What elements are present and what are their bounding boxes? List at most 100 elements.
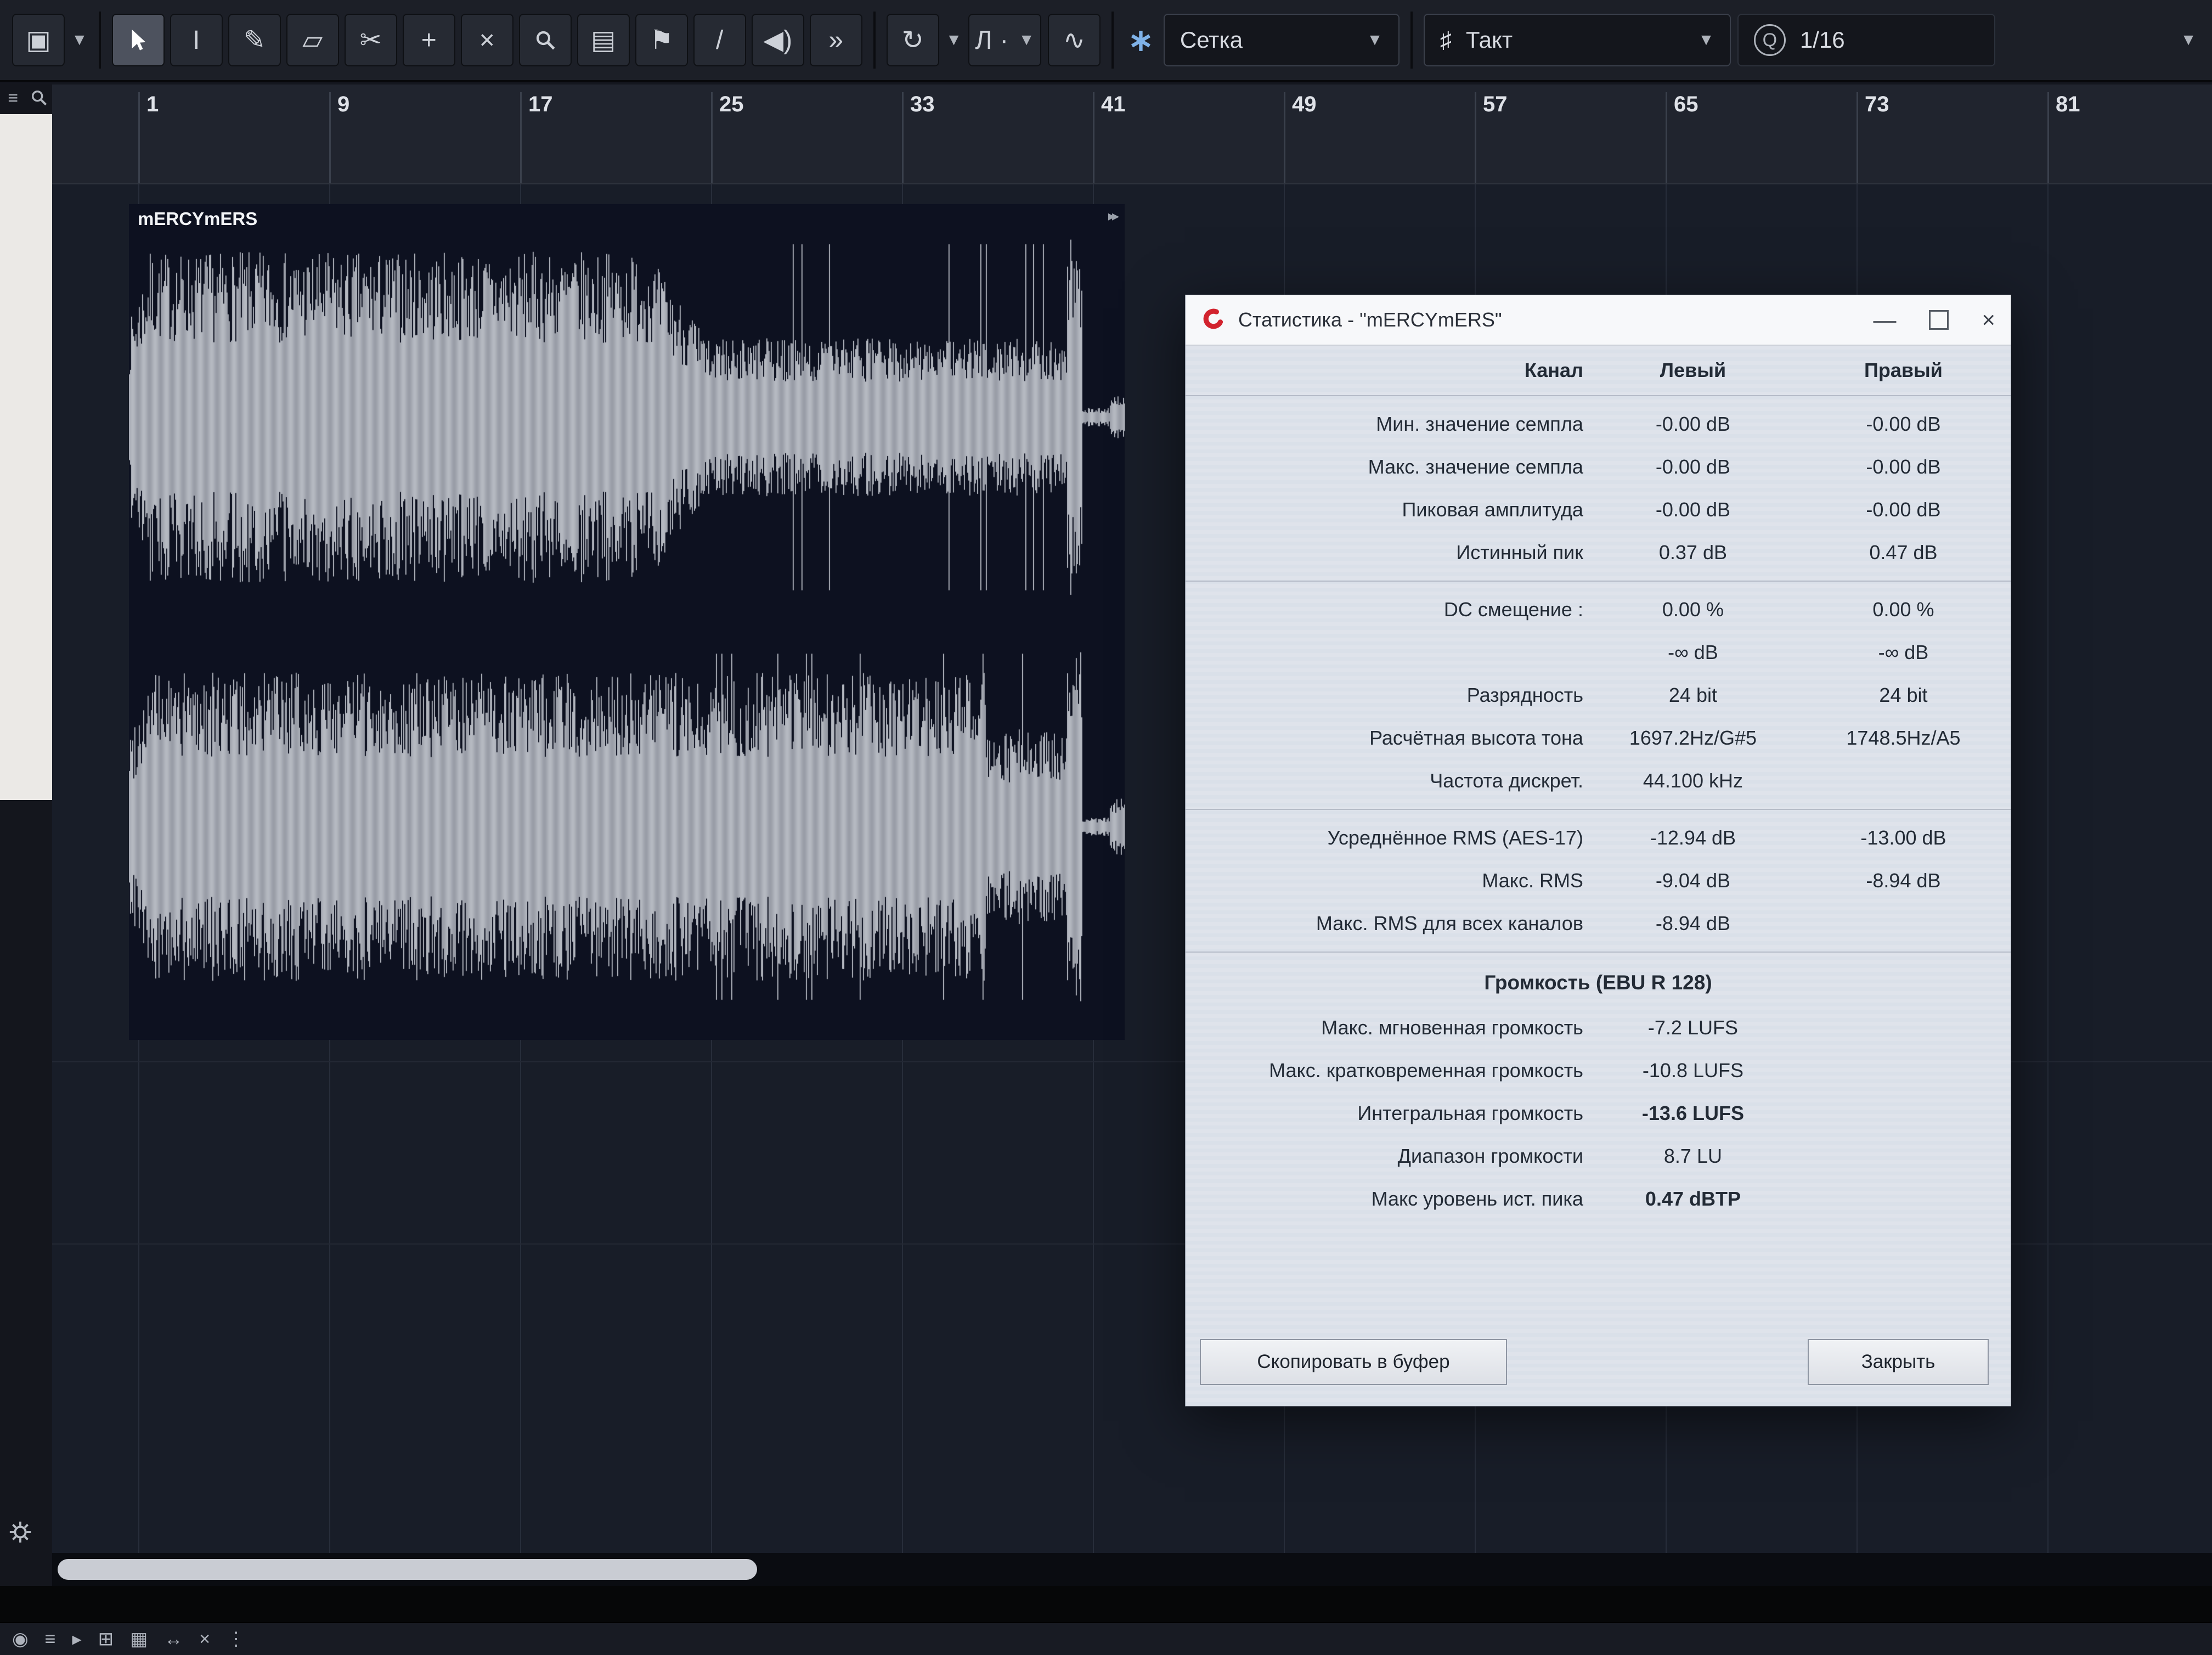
toolbar-separator bbox=[1111, 12, 1114, 69]
left-rail: ≡ bbox=[0, 83, 52, 1586]
snap-toggle-icon[interactable]: ∗ bbox=[1128, 22, 1154, 58]
play-small-icon[interactable]: ▸ bbox=[72, 1628, 82, 1650]
waveform bbox=[129, 204, 1125, 1040]
caret-down-icon: ▼ bbox=[1698, 31, 1714, 49]
bottom-toolbar-icons: ◉ ≡ ▸ ⊞ ▦ ↔ × ⋮ bbox=[12, 1628, 245, 1650]
comp-tool[interactable]: ▤ bbox=[577, 14, 630, 66]
insert-quantize-button[interactable]: Л · ▼ bbox=[968, 14, 1041, 66]
line-tool[interactable]: / bbox=[693, 14, 746, 66]
left-column-header: Левый bbox=[1590, 359, 1796, 382]
list-icon[interactable]: ≡ bbox=[45, 1629, 56, 1650]
sine-tool-button[interactable]: ∿ bbox=[1048, 14, 1101, 66]
stats-header-row: Канал Левый Правый bbox=[1186, 346, 2011, 396]
time-warp-tool[interactable]: ⚑ bbox=[635, 14, 688, 66]
stats-section: Усреднённое RMS (AES-17)-12.94 dB-13.00 … bbox=[1186, 809, 2011, 952]
horizontal-scrollbar[interactable] bbox=[52, 1553, 2212, 1586]
split-tool[interactable]: ✂ bbox=[345, 14, 397, 66]
caret-down-icon[interactable]: ▼ bbox=[946, 31, 962, 49]
dialog-buttons-row: Скопировать в буфер Закрыть bbox=[1186, 1339, 2011, 1406]
ruler-mark: 1 bbox=[138, 92, 159, 183]
daw-screen: ▣ ▼ I✎▱✂+×▤⚑/◀)» ↻ ▼ Л · ▼ ∿ ∗ Сетка ▼ ♯… bbox=[0, 0, 2212, 1655]
stats-row: Расчётная высота тона1697.2Hz/G#51748.5H… bbox=[1186, 717, 2011, 759]
background-window-strip bbox=[0, 114, 52, 800]
grid-line bbox=[2047, 183, 2049, 1553]
tool-group: I✎▱✂+× ▤⚑/◀)» bbox=[112, 14, 862, 66]
toolbar-separator bbox=[1410, 12, 1413, 69]
erase-tool[interactable]: ▱ bbox=[286, 14, 339, 66]
ruler-mark: 65 bbox=[1666, 92, 1699, 183]
beat-grid-dropdown[interactable]: ♯ Такт ▼ bbox=[1424, 14, 1731, 66]
bottom-toolbar: ◉ ≡ ▸ ⊞ ▦ ↔ × ⋮ bbox=[0, 1622, 2212, 1655]
stats-row: Мин. значение семпла-0.00 dB-0.00 dB bbox=[1186, 403, 2011, 446]
clip-name-label: mERCYmERS bbox=[138, 209, 257, 229]
draw-tool[interactable]: ✎ bbox=[228, 14, 281, 66]
caret-down-icon[interactable]: ▼ bbox=[71, 31, 88, 49]
caret-down-icon[interactable]: ▼ bbox=[2180, 31, 2197, 49]
stats-row: Макс. кратковременная громкость-10.8 LUF… bbox=[1186, 1049, 2011, 1092]
scrub-tool[interactable]: » bbox=[810, 14, 862, 66]
stats-row: Интегральная громкость-13.6 LUFS bbox=[1186, 1092, 2011, 1135]
ruler-mark: 49 bbox=[1284, 92, 1317, 183]
stats-row: Частота дискрет.44.100 kHz bbox=[1186, 759, 2011, 802]
close-small-icon[interactable]: × bbox=[199, 1629, 210, 1650]
stats-table: Мин. значение семпла-0.00 dB-0.00 dBМакс… bbox=[1186, 396, 2011, 1227]
stats-section: DC смещение :0.00 %0.00 %-∞ dB-∞ dBРазря… bbox=[1186, 581, 2011, 809]
quantize-preset-dropdown[interactable]: Q 1/16 bbox=[1737, 14, 1995, 66]
beat-grid-value: Такт bbox=[1466, 27, 1684, 53]
range-selection-tool[interactable]: I bbox=[170, 14, 223, 66]
gear-icon[interactable] bbox=[8, 1519, 33, 1547]
statistics-dialog: Статистика - "mERCYmERS" — × Канал Левый… bbox=[1185, 295, 2011, 1406]
object-selection-tool[interactable] bbox=[112, 14, 165, 66]
toolbar-separator bbox=[873, 12, 876, 69]
stats-row: Макс. значение семпла-0.00 dB-0.00 dB bbox=[1186, 446, 2011, 488]
autoscroll-button[interactable]: ↻ bbox=[887, 14, 939, 66]
search-icon[interactable] bbox=[29, 87, 50, 109]
section-header: Громкость (EBU R 128) bbox=[1186, 959, 2011, 1006]
stats-section: Громкость (EBU R 128)Макс. мгновенная гр… bbox=[1186, 952, 2011, 1227]
zoom-tool[interactable] bbox=[519, 14, 572, 66]
grid-small-icon[interactable]: ⊞ bbox=[98, 1628, 114, 1650]
ruler-mark: 9 bbox=[329, 92, 349, 183]
stats-row: Истинный пик0.37 dB0.47 dB bbox=[1186, 531, 2011, 574]
lower-gap bbox=[0, 1586, 2212, 1622]
ruler-mark: 57 bbox=[1475, 92, 1508, 183]
ruler-mark: 25 bbox=[711, 92, 744, 183]
stats-row: Диапазон громкости8.7 LU bbox=[1186, 1135, 2011, 1178]
track-list-icon[interactable]: ≡ bbox=[2, 87, 24, 109]
close-dialog-button[interactable]: Закрыть bbox=[1808, 1339, 1989, 1385]
copy-to-clipboard-button[interactable]: Скопировать в буфер bbox=[1200, 1339, 1507, 1385]
glue-tool[interactable]: + bbox=[403, 14, 455, 66]
stats-row: Пиковая амплитуда-0.00 dB-0.00 dB bbox=[1186, 488, 2011, 531]
grid-type-dropdown[interactable]: Сетка ▼ bbox=[1164, 14, 1400, 66]
ruler-mark: 41 bbox=[1093, 92, 1126, 183]
ruler-mark: 33 bbox=[902, 92, 935, 183]
quantize-icon: Q bbox=[1754, 24, 1786, 56]
arrows-icon[interactable]: ↔ bbox=[164, 1629, 183, 1650]
stats-row: Макс. RMS для всех каналов-8.94 dB bbox=[1186, 902, 2011, 945]
caret-down-icon: ▼ bbox=[1018, 31, 1035, 49]
mute-tool[interactable]: × bbox=[461, 14, 514, 66]
ruler-mark: 73 bbox=[1857, 92, 1889, 183]
pattern-icon[interactable]: ▦ bbox=[130, 1628, 148, 1650]
ruler-mark: 17 bbox=[520, 92, 553, 183]
close-icon[interactable]: × bbox=[1982, 307, 1995, 333]
maximize-button[interactable] bbox=[1929, 310, 1949, 330]
dialog-title: Статистика - "mERCYmERS" bbox=[1238, 308, 1502, 331]
minimize-button[interactable]: — bbox=[1873, 307, 1896, 333]
scrollbar-thumb[interactable] bbox=[58, 1559, 757, 1580]
caret-down-icon: ▼ bbox=[1367, 31, 1383, 49]
setup-window-layout-button[interactable]: ▣ bbox=[12, 14, 65, 66]
audio-event[interactable]: mERCYmERS ▸▸ bbox=[129, 204, 1125, 1040]
play-tool[interactable]: ◀) bbox=[752, 14, 804, 66]
right-column-header: Правый bbox=[1796, 359, 2011, 382]
dialog-titlebar[interactable]: Статистика - "mERCYmERS" — × bbox=[1186, 295, 2011, 346]
monitor-icon[interactable]: ◉ bbox=[12, 1628, 29, 1650]
dialog-body: Канал Левый Правый Мин. значение семпла-… bbox=[1186, 346, 2011, 1406]
insert-quantize-label: Л · bbox=[975, 25, 1008, 55]
ruler-mark: 81 bbox=[2047, 92, 2080, 183]
stats-row: Усреднённое RMS (AES-17)-12.94 dB-13.00 … bbox=[1186, 817, 2011, 859]
main-toolbar: ▣ ▼ I✎▱✂+× ▤⚑/◀)» ↻ ▼ Л · ▼ ∿ ∗ Сетка ▼ ♯… bbox=[0, 0, 2212, 82]
more-icon[interactable]: ⋮ bbox=[227, 1628, 245, 1650]
stats-row: -∞ dB-∞ dB bbox=[1186, 631, 2011, 674]
ruler[interactable]: 1 9 17 25 33 41 49 57 65 73 81 bbox=[52, 85, 2212, 184]
